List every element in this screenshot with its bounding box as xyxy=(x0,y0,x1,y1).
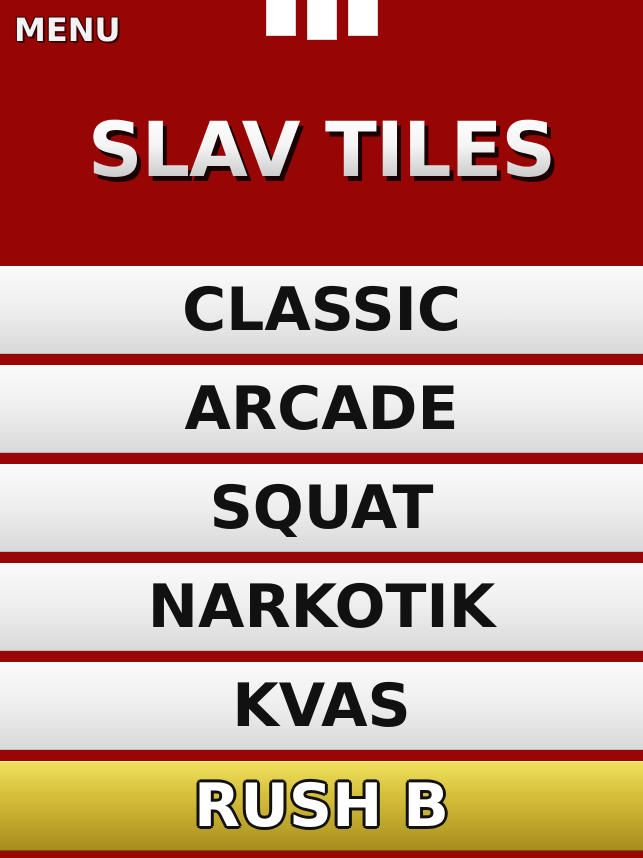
menu-button[interactable]: MENU xyxy=(14,14,120,46)
header: MENU SLAV TILES xyxy=(0,0,643,266)
mode-tile-label: NARKOTIK xyxy=(147,572,496,642)
mode-tile-label: SQUAT xyxy=(209,473,434,543)
mode-tile-label: RUSH B xyxy=(194,771,449,841)
pause-bar-middle xyxy=(307,0,337,40)
mode-tile-label: ARCADE xyxy=(184,374,459,444)
pause-icon[interactable] xyxy=(266,0,378,40)
mode-tile-narkotik[interactable]: NARKOTIK xyxy=(0,563,643,651)
mode-tile-kvas[interactable]: KVAS xyxy=(0,662,643,750)
mode-tile-arcade[interactable]: ARCADE xyxy=(0,365,643,453)
mode-tile-label: CLASSIC xyxy=(182,275,461,345)
mode-tile-squat[interactable]: SQUAT xyxy=(0,464,643,552)
mode-tile-label: KVAS xyxy=(232,671,411,741)
game-title: SLAV TILES xyxy=(0,112,643,188)
mode-tile-rush-b[interactable]: RUSH B xyxy=(0,761,643,851)
pause-bar-right xyxy=(348,0,378,36)
game-screen: MENU SLAV TILES CLASSIC ARCADE SQUAT NAR… xyxy=(0,0,643,858)
mode-tile-classic[interactable]: CLASSIC xyxy=(0,266,643,354)
pause-bar-left xyxy=(266,0,296,36)
